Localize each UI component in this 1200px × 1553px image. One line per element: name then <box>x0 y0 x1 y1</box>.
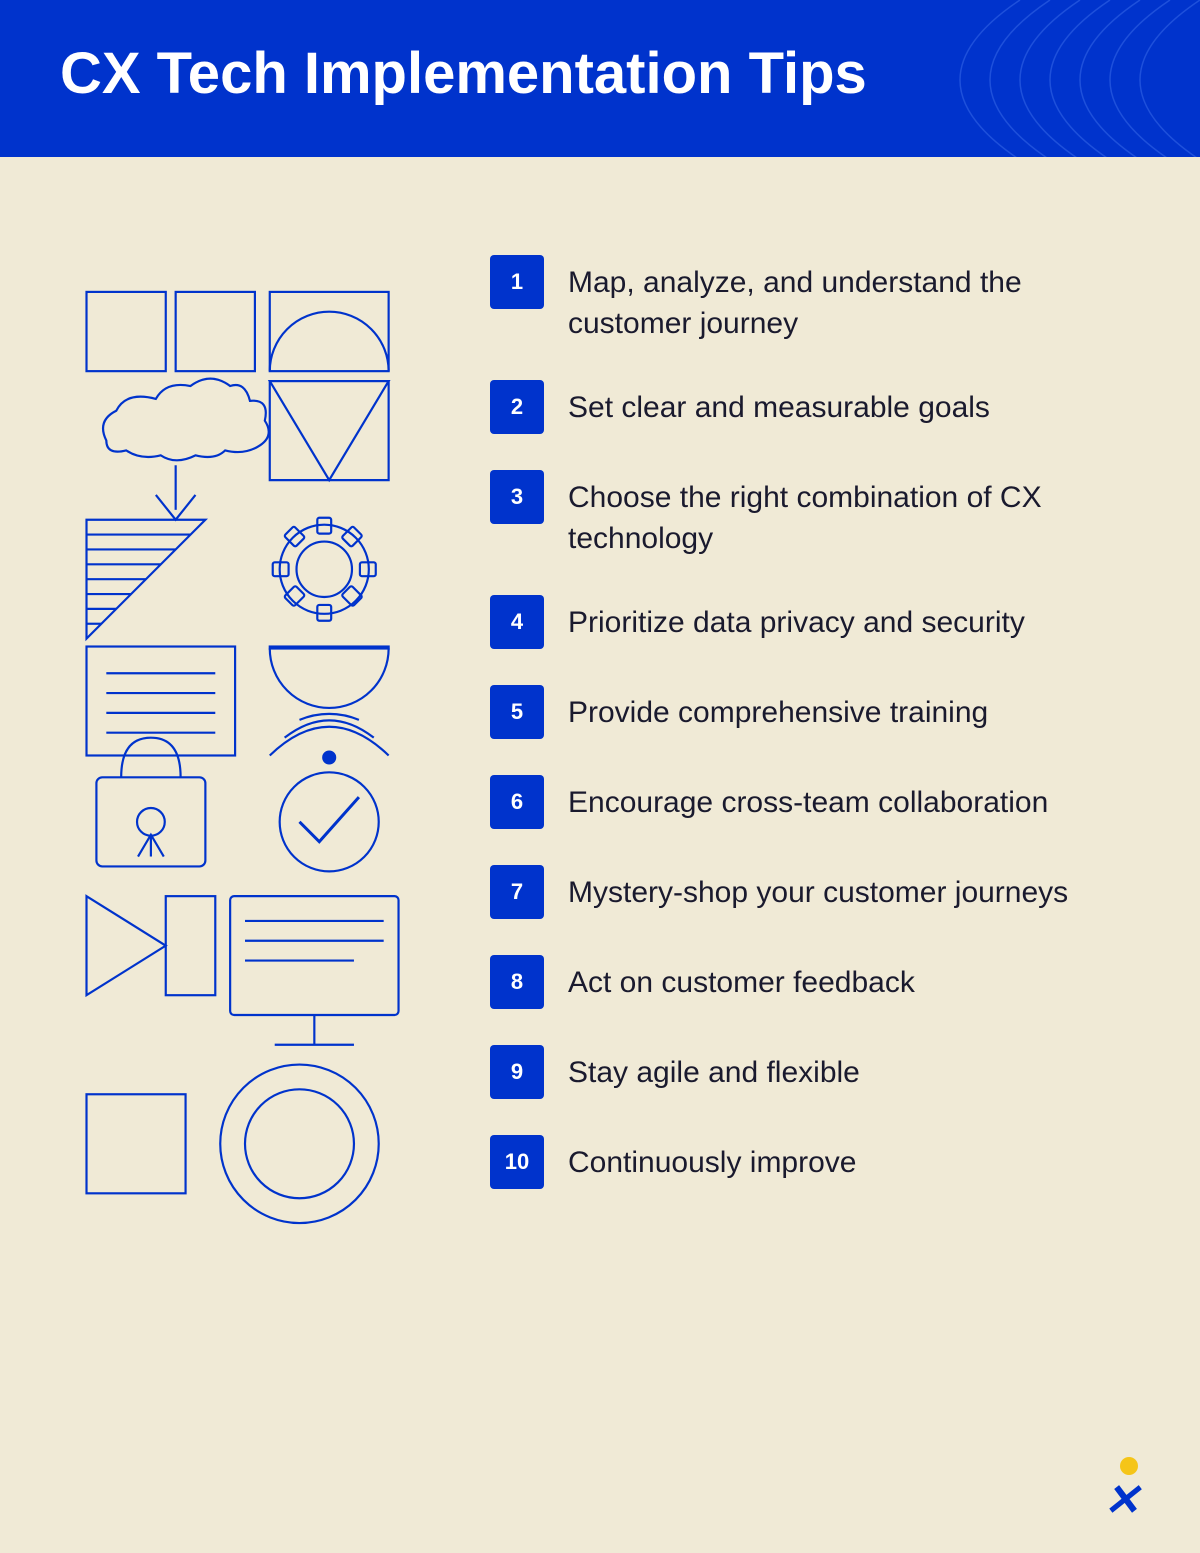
tip-text-8: Act on customer feedback <box>568 955 915 1004</box>
main-content: 1 Map, analyze, and understand the custom… <box>0 157 1200 1457</box>
tip-text-2: Set clear and measurable goals <box>568 380 990 429</box>
tip-text-7: Mystery-shop your customer journeys <box>568 865 1068 914</box>
illustration-svg <box>75 282 415 1332</box>
tip-text-10: Continuously improve <box>568 1135 856 1184</box>
tip-number-9: 9 <box>490 1045 544 1099</box>
logo-x-text: ✕ <box>1103 1479 1140 1523</box>
tip-item-7: 7 Mystery-shop your customer journeys <box>490 847 1140 937</box>
tip-item-6: 6 Encourage cross-team collaboration <box>490 757 1140 847</box>
tip-item-2: 2 Set clear and measurable goals <box>490 362 1140 452</box>
page-title: CX Tech Implementation Tips <box>60 40 1140 107</box>
tip-text-1: Map, analyze, and understand the custome… <box>568 255 1140 344</box>
brand-logo: ✕ <box>1103 1457 1140 1523</box>
tip-text-5: Provide comprehensive training <box>568 685 988 734</box>
tip-number-3: 3 <box>490 470 544 524</box>
tip-text-3: Choose the right combination of CX techn… <box>568 470 1140 559</box>
tip-number-8: 8 <box>490 955 544 1009</box>
tip-text-4: Prioritize data privacy and security <box>568 595 1025 644</box>
illustration-panel <box>60 217 430 1397</box>
footer-logo: ✕ <box>0 1457 1200 1553</box>
tip-item-1: 1 Map, analyze, and understand the custom… <box>490 237 1140 362</box>
tip-number-10: 10 <box>490 1135 544 1189</box>
tip-number-7: 7 <box>490 865 544 919</box>
tip-item-10: 10 Continuously improve <box>490 1117 1140 1207</box>
tip-text-6: Encourage cross-team collaboration <box>568 775 1048 824</box>
tip-item-4: 4 Prioritize data privacy and security <box>490 577 1140 667</box>
tip-number-6: 6 <box>490 775 544 829</box>
logo-dot <box>1120 1457 1138 1475</box>
tip-item-3: 3 Choose the right combination of CX tech… <box>490 452 1140 577</box>
tip-number-4: 4 <box>490 595 544 649</box>
header: CX Tech Implementation Tips <box>0 0 1200 157</box>
tip-item-5: 5 Provide comprehensive training <box>490 667 1140 757</box>
tip-number-1: 1 <box>490 255 544 309</box>
tip-number-2: 2 <box>490 380 544 434</box>
tip-item-9: 9 Stay agile and flexible <box>490 1027 1140 1117</box>
tip-number-5: 5 <box>490 685 544 739</box>
tip-text-9: Stay agile and flexible <box>568 1045 860 1094</box>
tip-item-8: 8 Act on customer feedback <box>490 937 1140 1027</box>
tips-panel: 1 Map, analyze, and understand the custom… <box>490 217 1140 1397</box>
